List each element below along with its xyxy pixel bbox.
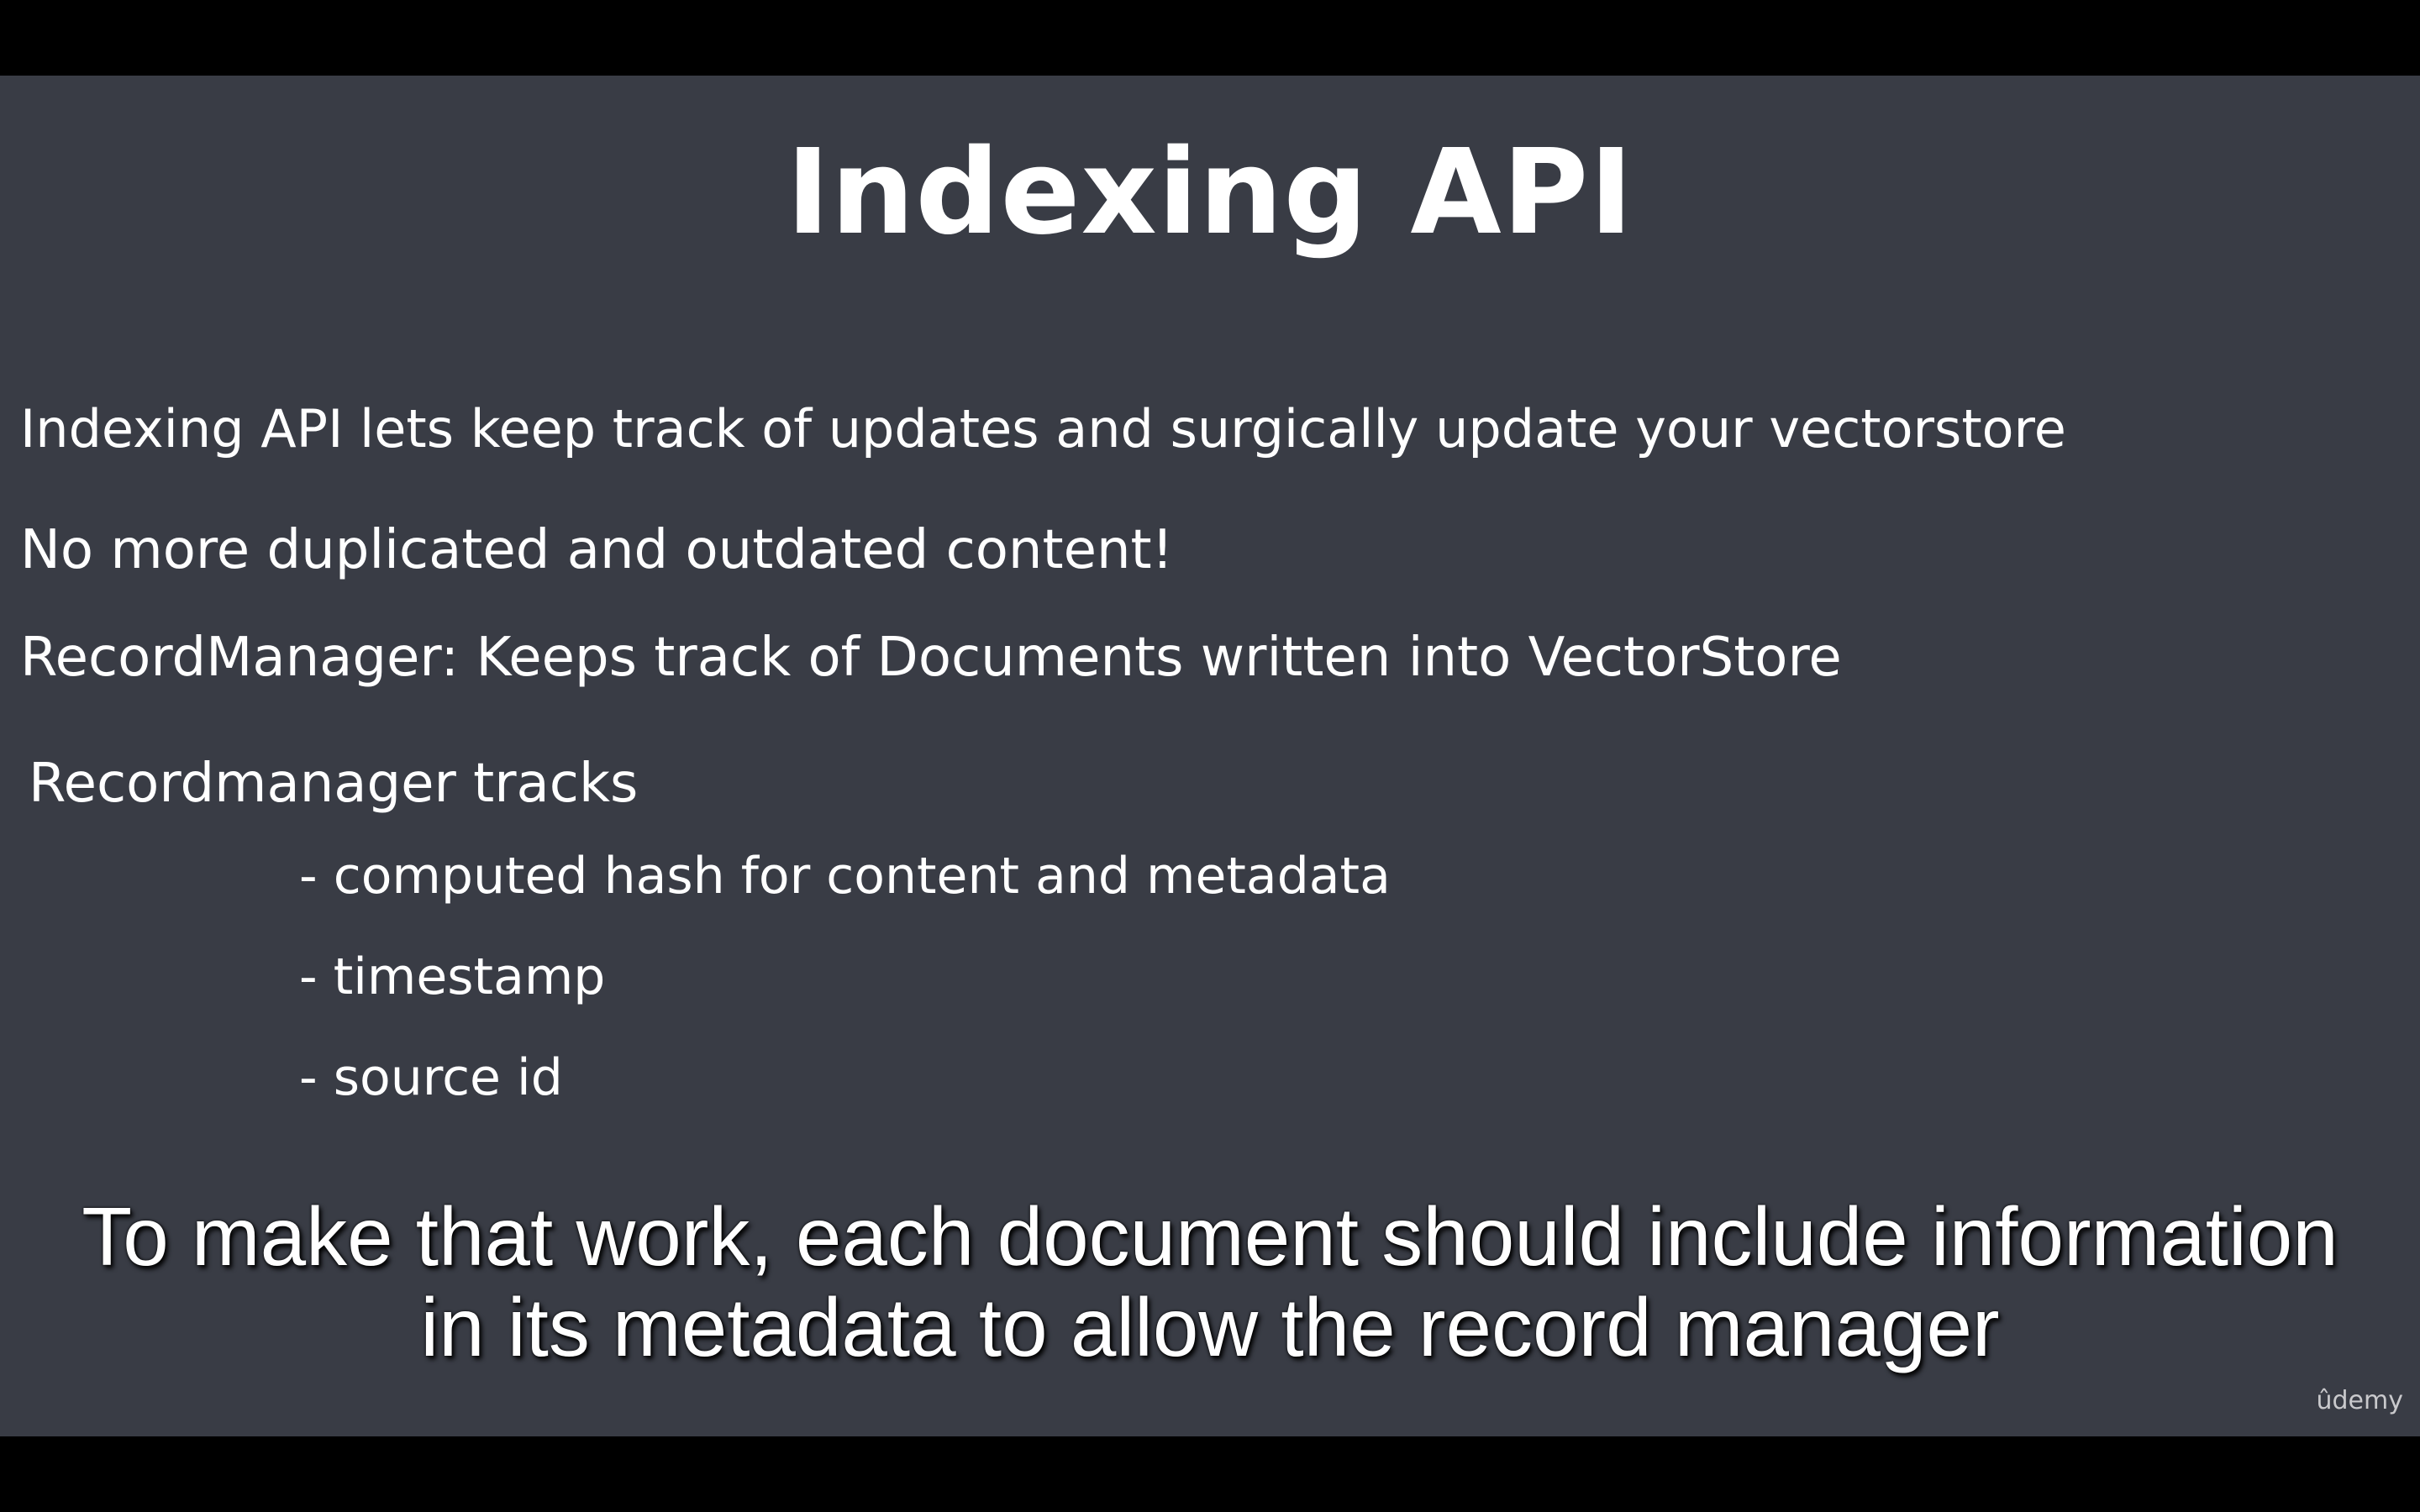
slide-title: Indexing API	[786, 124, 1634, 261]
letterbox-top	[0, 0, 2420, 76]
udemy-watermark: ûdemy	[2316, 1386, 2404, 1415]
slide: Indexing API Indexing API lets keep trac…	[0, 76, 2420, 1436]
slide-line-tracks-heading: Recordmanager tracks	[29, 753, 639, 815]
video-caption: To make that work, each document should …	[0, 1191, 2420, 1373]
bullet-item: - computed hash for content and metadata	[299, 847, 1391, 906]
bullet-item: - timestamp	[299, 948, 606, 1006]
slide-line-indexing-api: Indexing API lets keep track of updates …	[20, 398, 2066, 459]
caption-line-2: in its metadata to allow the record mana…	[420, 1281, 2000, 1373]
slide-line-no-duplicates: No more duplicated and outdated content!	[20, 519, 1174, 581]
caption-line-1: To make that work, each document should …	[82, 1190, 2338, 1283]
letterbox-bottom	[0, 1436, 2420, 1512]
bullet-item: - source id	[299, 1048, 563, 1107]
slide-line-record-manager: RecordManager: Keeps track of Documents …	[20, 627, 1842, 689]
